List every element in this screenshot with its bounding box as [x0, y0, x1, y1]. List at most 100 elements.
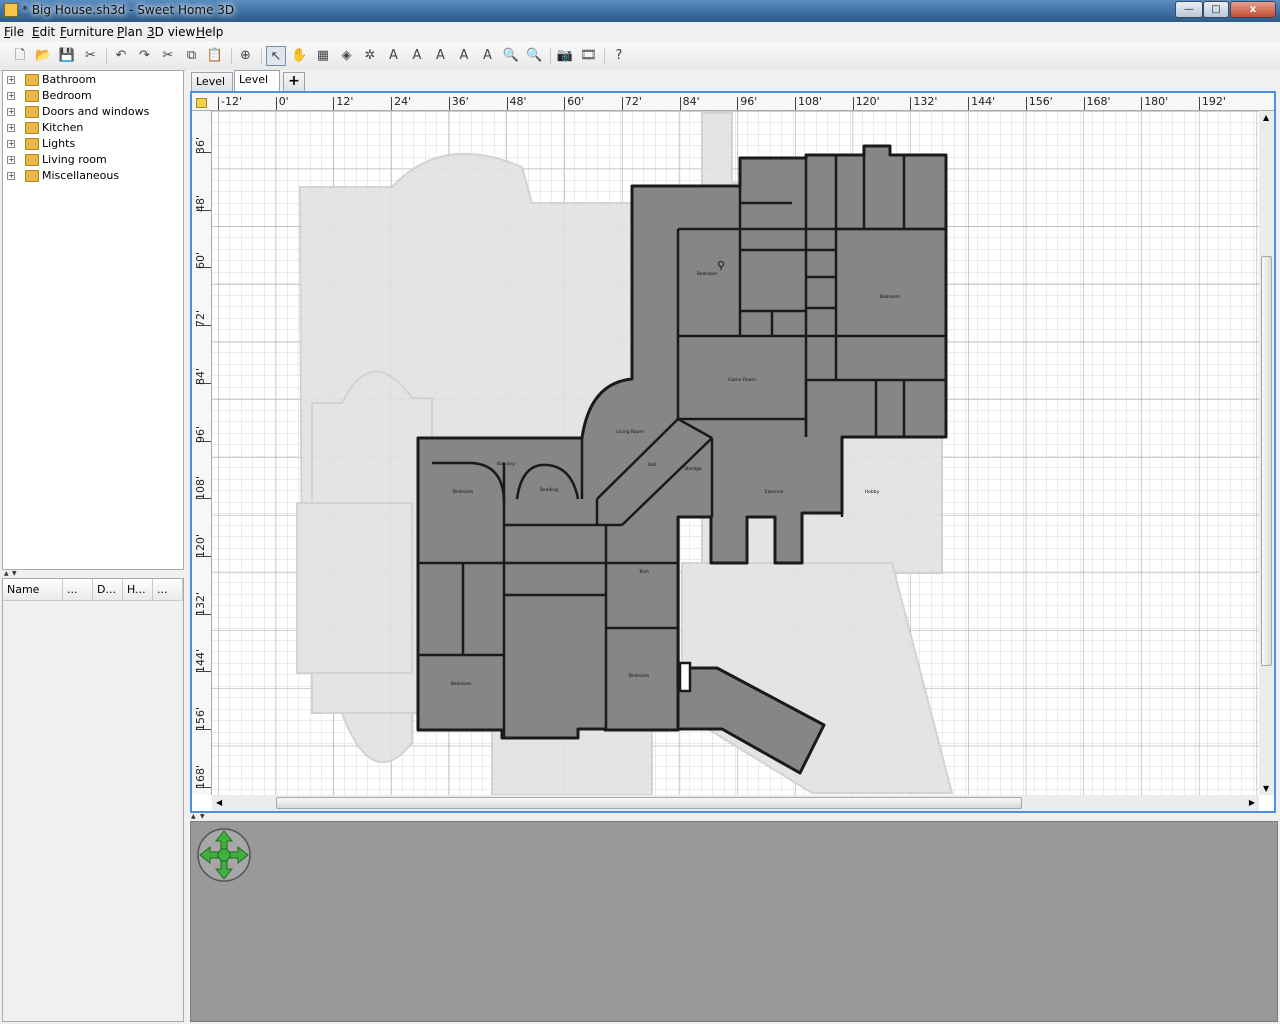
undo-icon[interactable]: ↶	[111, 46, 131, 66]
cut-icon[interactable]: ✂	[158, 46, 178, 66]
ruler-tick	[968, 97, 970, 110]
ruler-corner-icon	[196, 98, 207, 108]
ruler-tick	[391, 97, 393, 110]
collapse-up-icon[interactable]: ▲	[191, 813, 196, 820]
horizontal-scroll-thumb[interactable]	[276, 797, 1022, 809]
preferences-icon[interactable]: ✂	[81, 46, 101, 66]
redo-icon[interactable]: ↷	[135, 46, 155, 66]
pan-mode-icon[interactable]: ✋	[290, 46, 310, 66]
column-header[interactable]: Name	[3, 579, 63, 601]
scroll-right-icon[interactable]: ▶	[1249, 798, 1255, 807]
maximize-button[interactable]: □	[1203, 1, 1229, 18]
room-label: Living Room	[616, 429, 644, 435]
italic-text-icon[interactable]: A	[478, 46, 498, 66]
folder-icon	[25, 90, 39, 102]
ruler-label: 48'	[194, 194, 207, 212]
ruler-label: 144'	[971, 95, 996, 108]
folder-icon	[25, 122, 39, 134]
catalog-category[interactable]: + Living room	[3, 152, 183, 168]
column-header[interactable]: H...	[123, 579, 153, 601]
expand-icon[interactable]: +	[7, 92, 15, 100]
vertical-scrollbar[interactable]: ▲ ▼	[1259, 111, 1274, 795]
plan-canvas-frame: Bedroom Balcony Reading Bedroom Living Room H…	[190, 91, 1276, 813]
collapse-up-icon[interactable]: ▲	[4, 570, 9, 577]
open-icon[interactable]: 📂	[34, 46, 54, 66]
create-walls-icon[interactable]: ▦	[313, 46, 333, 66]
new-home-icon[interactable]: 🗋	[10, 46, 30, 66]
save-icon[interactable]: 💾	[57, 46, 77, 66]
catalog-category[interactable]: + Bathroom	[3, 72, 183, 88]
toolbar: 🗋 📂 💾 ✂ ↶ ↷ ✂ ⧉ 📋 ⊕ ↖ ✋ ▦ ◈ ✲ A A A A A 🔍 🔍 📷 🎞?	[0, 42, 1280, 71]
catalog-category[interactable]: + Bedroom	[3, 88, 183, 104]
room-label: Balcony	[497, 461, 515, 467]
zoom-in-icon[interactable]: 🔍	[501, 46, 521, 66]
catalog-category[interactable]: + Doors and windows	[3, 104, 183, 120]
decrease-text-size-icon[interactable]: A	[454, 46, 474, 66]
paste-icon[interactable]: 📋	[205, 46, 225, 66]
menu-bar: File Edit Furniture Plan 3D view Help	[0, 22, 1280, 42]
expand-icon[interactable]: +	[7, 172, 15, 180]
add-level-button[interactable]: +	[283, 72, 305, 91]
add-furniture-icon[interactable]: ⊕	[236, 46, 256, 66]
ruler-label: 0'	[278, 95, 289, 108]
add-text-icon[interactable]: A	[407, 46, 427, 66]
window-title: * Big House.sh3d - Sweet Home 3D	[22, 3, 235, 17]
minimize-button[interactable]: —	[1175, 1, 1203, 18]
ruler-label: 84'	[194, 367, 207, 385]
column-header[interactable]: D...	[93, 579, 123, 601]
horizontal-scrollbar[interactable]: ◀ ▶	[212, 795, 1259, 811]
scroll-up-icon[interactable]: ▲	[1263, 113, 1269, 122]
ruler-label: 96'	[740, 95, 758, 108]
help-icon[interactable]: ?	[609, 46, 629, 66]
catalog-splitter[interactable]: ▲ ▼	[2, 570, 184, 577]
plan-canvas[interactable]: Bedroom Balcony Reading Bedroom Living Room H…	[192, 93, 1274, 811]
tab-level-0[interactable]: Level 0	[191, 72, 233, 105]
create-rooms-icon[interactable]: ◈	[337, 46, 357, 66]
ruler-label: 24'	[394, 95, 412, 108]
room-label: Bedroom	[451, 681, 471, 687]
navigation-arrows-icon[interactable]	[196, 827, 252, 883]
camera-marker-icon[interactable]: ⚲	[717, 259, 725, 272]
close-button[interactable]: x	[1230, 1, 1276, 18]
catalog-category[interactable]: + Miscellaneous	[3, 168, 183, 184]
catalog-category[interactable]: + Kitchen	[3, 120, 183, 136]
menu-edit[interactable]: Edit	[32, 25, 55, 39]
expand-icon[interactable]: +	[7, 124, 15, 132]
vertical-scroll-thumb[interactable]	[1261, 256, 1272, 666]
menu-plan[interactable]: Plan	[117, 25, 143, 39]
expand-icon[interactable]: +	[7, 156, 15, 164]
scroll-down-icon[interactable]: ▼	[1263, 784, 1269, 793]
menu-furniture[interactable]: Furniture	[60, 25, 114, 39]
create-video-icon[interactable]: 🎞	[579, 46, 599, 66]
expand-icon[interactable]: +	[7, 108, 15, 116]
menu-help[interactable]: Help	[196, 25, 223, 39]
column-header[interactable]: ...	[153, 579, 183, 601]
copy-icon[interactable]: ⧉	[182, 46, 202, 66]
ruler-tick	[795, 97, 796, 110]
column-header[interactable]: ...	[63, 579, 93, 601]
ruler-label: 72'	[624, 95, 642, 108]
menu-3d-view[interactable]: 3D view	[147, 25, 195, 39]
tab-level-1[interactable]: Level 1	[234, 70, 280, 103]
create-polylines-icon[interactable]: ✲	[360, 46, 380, 66]
catalog-category[interactable]: + Lights	[3, 136, 183, 152]
zoom-out-icon[interactable]: 🔍	[525, 46, 545, 66]
3d-view[interactable]	[190, 821, 1278, 1022]
increase-text-size-icon[interactable]: A	[431, 46, 451, 66]
category-label: Bathroom	[42, 73, 97, 86]
ruler-label: 84'	[682, 95, 700, 108]
ruler-label: 168'	[1086, 95, 1111, 108]
plan-3d-splitter[interactable]: ▲ ▼	[186, 813, 1280, 821]
ruler-label: 12'	[336, 95, 354, 108]
select-mode-icon[interactable]: ↖	[266, 46, 286, 66]
expand-icon[interactable]: +	[7, 76, 15, 84]
scroll-left-icon[interactable]: ◀	[216, 798, 222, 807]
create-photo-icon[interactable]: 📷	[555, 46, 575, 66]
ruler-label: 168'	[194, 764, 207, 789]
menu-file[interactable]: File	[4, 25, 24, 39]
ruler-tick	[852, 97, 854, 110]
collapse-down-icon[interactable]: ▼	[12, 570, 17, 577]
expand-icon[interactable]: +	[7, 140, 15, 148]
create-dimensions-icon[interactable]: A	[384, 46, 404, 66]
collapse-down-icon[interactable]: ▼	[200, 813, 205, 820]
